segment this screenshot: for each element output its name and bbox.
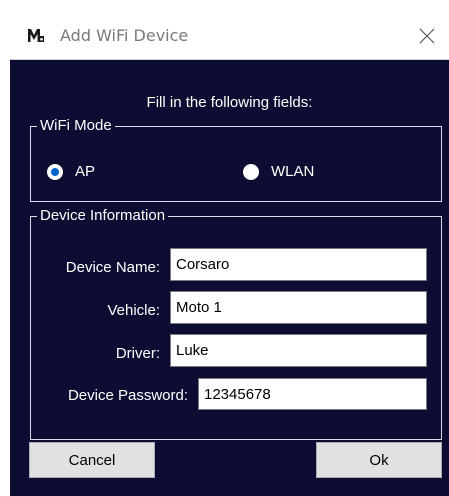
driver-input[interactable] <box>170 334 427 367</box>
device-name-input[interactable] <box>170 248 427 281</box>
add-wifi-device-dialog: Add WiFi Device Fill in the following fi… <box>10 12 449 496</box>
app-logo-icon <box>28 29 44 42</box>
radio-ap-label: AP <box>75 163 96 180</box>
close-icon <box>419 28 435 43</box>
instructions-text: Fill in the following fields: <box>146 94 313 111</box>
device-password-label: Device Password: <box>67 387 188 404</box>
device-name-label: Device Name: <box>65 259 160 276</box>
radio-wlan-label: WLAN <box>271 163 315 180</box>
vehicle-input[interactable] <box>170 291 427 324</box>
device-password-input[interactable] <box>198 378 427 410</box>
close-button[interactable] <box>405 12 449 59</box>
device-information-legend: Device Information <box>37 207 169 225</box>
radio-selected-icon[interactable] <box>47 163 63 180</box>
wifi-mode-legend: WiFi Mode <box>37 117 115 135</box>
radio-ap[interactable]: AP <box>47 163 95 180</box>
wifi-mode-group: WiFi Mode AP WLAN <box>30 117 442 202</box>
driver-label: Driver: <box>115 345 160 362</box>
radio-unselected-icon[interactable] <box>243 163 259 180</box>
cancel-button[interactable]: Cancel <box>29 442 155 478</box>
title-bar[interactable]: Add WiFi Device <box>10 12 449 60</box>
ok-button[interactable]: Ok <box>316 442 442 478</box>
radio-wlan[interactable]: WLAN <box>243 163 314 180</box>
window-title: Add WiFi Device <box>60 26 189 45</box>
vehicle-label: Vehicle: <box>107 302 160 319</box>
